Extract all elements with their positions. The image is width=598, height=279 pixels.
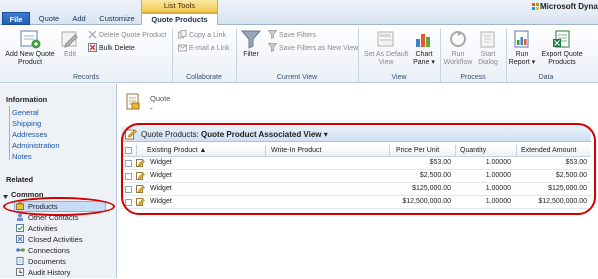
nav-link-notes[interactable]: Notes — [12, 152, 32, 161]
chart-icon — [413, 29, 435, 49]
email-icon — [178, 43, 187, 52]
group-label-current-view: Current View — [276, 74, 318, 81]
copy-link-label: Copy a Link — [189, 32, 226, 39]
bulk-delete-label: Bulk Delete — [99, 45, 135, 52]
nav-item-closed-activities[interactable]: Closed Activities — [16, 235, 83, 245]
delete-icon — [88, 30, 97, 39]
nav-header-information: Information — [6, 95, 48, 104]
edit-icon — [59, 29, 81, 49]
tab-quote[interactable]: Quote — [36, 13, 62, 25]
nav-link-administration[interactable]: Administration — [12, 141, 60, 150]
connections-icon — [16, 246, 25, 254]
add-new-label-1: Add New Quote — [5, 51, 55, 58]
run-workflow-label-2: Workflow — [443, 59, 473, 66]
tab-add[interactable]: Add — [69, 13, 89, 25]
nav-item-label: Connections — [28, 246, 70, 255]
highlight-annotation-products — [3, 197, 115, 216]
copy-link-icon — [178, 30, 187, 39]
record-entity-label: Quote — [150, 94, 171, 103]
email-link-label: E-mail a Link — [189, 45, 230, 52]
list-tools-contextual-label: List Tools — [141, 0, 218, 13]
highlight-annotation-grid — [121, 123, 596, 215]
filter-label: Filter — [243, 51, 259, 58]
export-excel-icon — [551, 29, 573, 49]
quote-icon — [126, 93, 140, 110]
add-new-label-2: Product — [17, 59, 43, 66]
report-icon — [511, 29, 533, 49]
group-label-view: View — [391, 74, 407, 81]
run-workflow-button[interactable]: Run Workflow — [443, 29, 473, 67]
delete-label: Delete Quote Product — [99, 32, 167, 39]
edit-label: Edit — [63, 51, 77, 58]
product-brand: Microsoft Dyna — [540, 2, 598, 11]
export-label-2: Products — [548, 59, 576, 66]
group-label-data: Data — [538, 74, 554, 81]
start-dialog-label-2: Dialog — [478, 59, 498, 66]
bulk-delete-icon — [88, 43, 97, 52]
audit-history-icon — [16, 268, 25, 276]
save-filter-icon — [267, 30, 278, 40]
nav-item-documents[interactable]: Documents — [16, 257, 66, 267]
contacts-icon — [16, 213, 25, 221]
default-view-icon — [375, 29, 397, 49]
filter-button[interactable]: Filter — [240, 29, 262, 59]
add-new-quote-product-button[interactable]: Add New Quote Product — [3, 29, 57, 67]
save-filters-label: Save Filters — [279, 32, 316, 39]
copy-link-button[interactable]: Copy a Link — [178, 30, 226, 41]
workflow-icon — [447, 29, 469, 49]
group-label-collaborate: Collaborate — [186, 74, 222, 81]
set-as-default-view-button[interactable]: Set As Default View — [361, 29, 411, 67]
tab-file[interactable]: File — [2, 12, 30, 25]
nav-tree-line — [9, 106, 10, 160]
nav-item-label: Activities — [28, 224, 58, 233]
nav-link-addresses[interactable]: Addresses — [12, 130, 47, 139]
nav-item-label: Closed Activities — [28, 235, 83, 244]
run-workflow-label-1: Run — [451, 51, 465, 58]
export-quote-products-button[interactable]: Export Quote Products — [538, 29, 586, 67]
edit-button[interactable]: Edit — [58, 29, 82, 59]
microsoft-logo-icon — [532, 3, 539, 10]
save-filter-as-icon — [267, 43, 278, 53]
chart-label-2: Pane ▾ — [413, 59, 435, 66]
activities-icon — [16, 224, 25, 232]
email-link-button[interactable]: E-mail a Link — [178, 43, 229, 54]
group-label-records: Records — [72, 74, 100, 81]
start-dialog-button[interactable]: Start Dialog — [475, 29, 501, 67]
save-filters-as-new-view-button[interactable]: Save Filters as New View — [267, 43, 359, 54]
documents-icon — [16, 257, 25, 265]
add-record-icon — [19, 29, 41, 49]
run-report-label-2: Report ▾ — [508, 59, 536, 66]
start-dialog-label-1: Start — [480, 51, 496, 58]
nav-item-activities[interactable]: Activities — [16, 224, 58, 234]
tab-customize[interactable]: Customize — [97, 13, 137, 25]
nav-link-general[interactable]: General — [12, 108, 39, 117]
chart-label-1: Chart — [415, 51, 433, 58]
nav-item-connections[interactable]: Connections — [16, 246, 70, 256]
ribbon: Add New Quote Product Edit Delete Quote … — [0, 25, 598, 83]
nav-link-shipping[interactable]: Shipping — [12, 119, 41, 128]
group-label-process: Process — [460, 74, 486, 81]
collapse-triangle-icon[interactable] — [3, 193, 8, 199]
nav-header-related: Related — [6, 175, 34, 184]
save-filters-button[interactable]: Save Filters — [267, 30, 316, 41]
filter-icon — [240, 29, 262, 49]
delete-quote-product-button[interactable]: Delete Quote Product — [88, 30, 166, 41]
set-default-label-1: Set As Default — [363, 51, 409, 58]
nav-item-audit-history[interactable]: Audit History — [16, 268, 71, 278]
ribbon-tab-strip: List Tools File Quote Add Customize Quot… — [0, 0, 598, 26]
chart-pane-button[interactable]: Chart Pane ▾ — [412, 29, 436, 67]
record-name: - — [150, 104, 153, 113]
save-filters-as-label: Save Filters as New View — [279, 45, 359, 52]
set-default-label-2: View — [378, 59, 394, 66]
nav-item-label: Documents — [28, 257, 66, 266]
run-report-label-1: Run — [515, 51, 529, 58]
run-report-button[interactable]: Run Report ▾ — [508, 29, 536, 67]
dialog-icon — [477, 29, 499, 49]
nav-item-label: Audit History — [28, 268, 71, 277]
closed-activities-icon — [16, 235, 25, 243]
bulk-delete-button[interactable]: Bulk Delete — [88, 43, 135, 54]
export-label-1: Export Quote — [541, 51, 583, 58]
